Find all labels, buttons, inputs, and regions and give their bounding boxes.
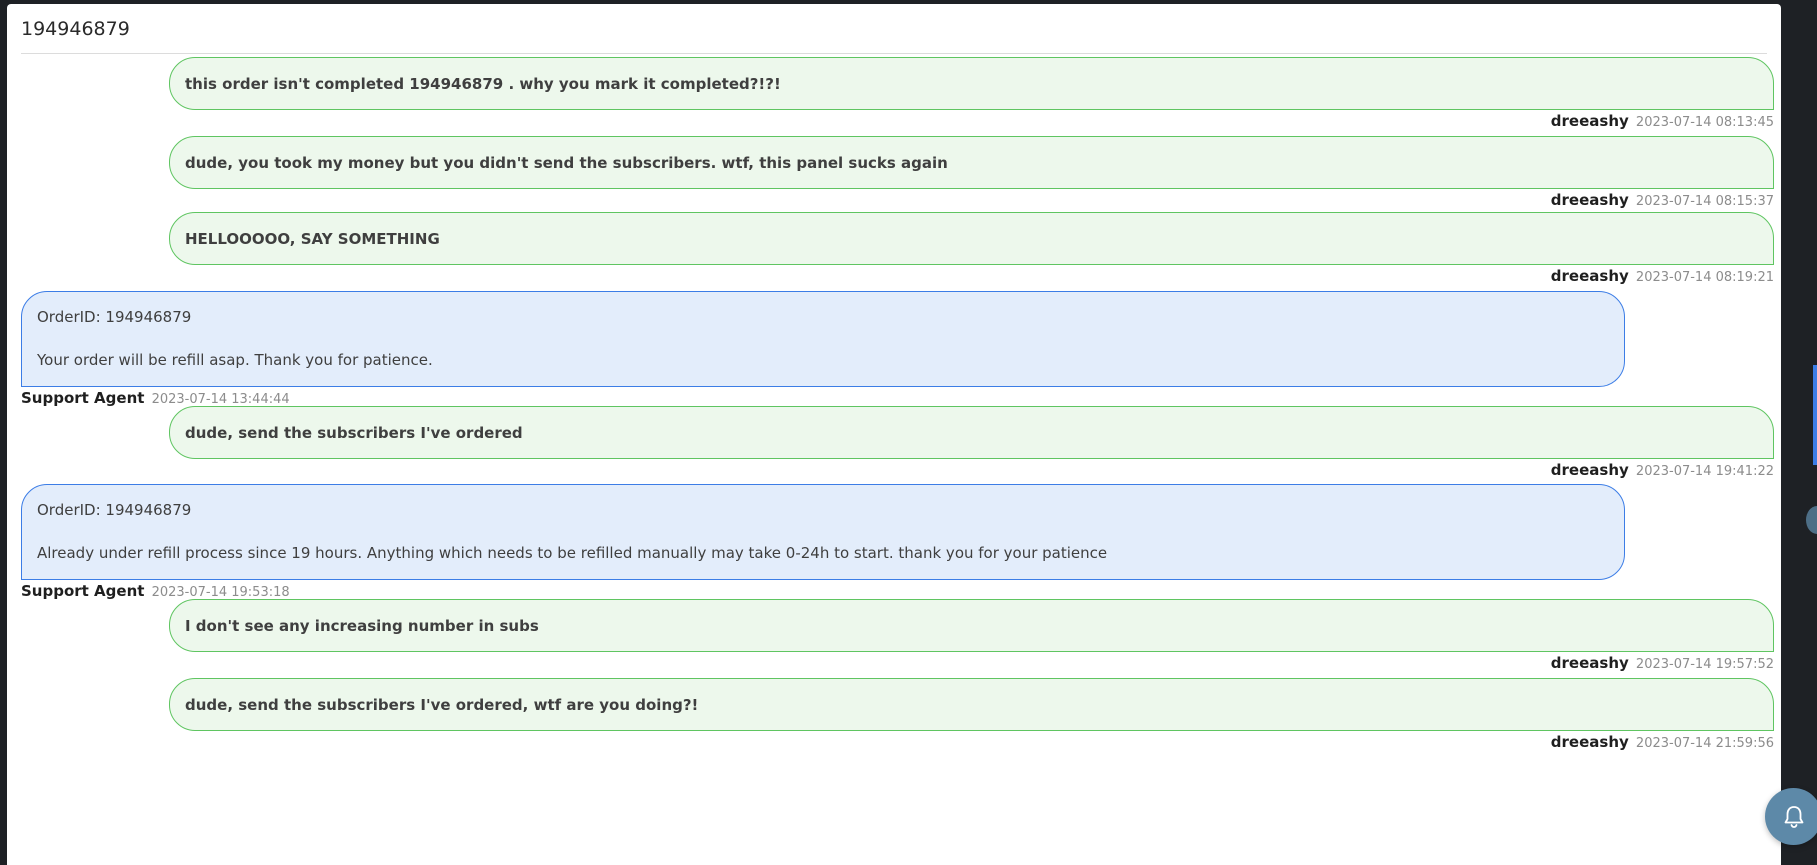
message-agent: OrderID: 194946879 Already under refill … [21,484,1625,602]
message-time: 2023-07-14 19:57:52 [1635,657,1774,672]
message-bubble: dude, you took my money but you didn't s… [169,136,1774,189]
message-bubble: dude, send the subscribers I've ordered,… [169,678,1774,731]
message-time: 2023-07-14 13:44:44 [151,392,290,407]
message-time: 2023-07-14 08:15:37 [1635,194,1774,209]
message-author: dreeashy [1550,654,1629,672]
message-bubble: dude, send the subscribers I've ordered [169,406,1774,459]
message-order-id: OrderID: 194946879 [37,501,192,519]
message-user: dude, send the subscribers I've ordered … [169,406,1774,481]
message-bubble: OrderID: 194946879 Your order will be re… [21,291,1625,387]
message-author: dreeashy [1550,267,1629,285]
message-bubble: HELLOOOOO, SAY SOMETHING [169,212,1774,265]
message-agent: OrderID: 194946879 Your order will be re… [21,291,1625,409]
message-time: 2023-07-14 08:13:45 [1635,115,1774,130]
message-author: dreeashy [1550,191,1629,209]
message-bubble: I don't see any increasing number in sub… [169,599,1774,652]
message-author: dreeashy [1550,461,1629,479]
ticket-panel: 194946879 this order isn't completed 194… [7,4,1781,865]
message-text: I don't see any increasing number in sub… [185,616,539,635]
bell-icon [1784,805,1803,828]
message-thread: this order isn't completed 194946879 . w… [7,4,1781,865]
message-time: 2023-07-14 19:53:18 [151,585,290,600]
message-text: dude, you took my money but you didn't s… [185,153,948,172]
message-author: dreeashy [1550,733,1629,751]
message-meta: dreeashy 2023-07-14 21:59:56 [169,733,1774,753]
message-author: dreeashy [1550,112,1629,130]
message-author: Support Agent [21,389,145,407]
message-meta: dreeashy 2023-07-14 19:57:52 [169,654,1774,674]
message-user: dude, you took my money but you didn't s… [169,136,1774,211]
message-bubble: this order isn't completed 194946879 . w… [169,57,1774,110]
scroll-handle[interactable] [1806,506,1817,534]
message-time: 2023-07-14 19:41:22 [1635,464,1774,479]
message-bubble: OrderID: 194946879 Already under refill … [21,484,1625,580]
message-text: HELLOOOOO, SAY SOMETHING [185,229,440,248]
message-text: Your order will be refill asap. Thank yo… [37,351,433,369]
message-text: dude, send the subscribers I've ordered,… [185,695,699,714]
message-text: Already under refill process since 19 ho… [37,544,1108,562]
message-time: 2023-07-14 08:19:21 [1635,270,1774,285]
message-meta: dreeashy 2023-07-14 08:13:45 [169,112,1774,132]
message-meta: dreeashy 2023-07-14 19:41:22 [169,461,1774,481]
message-text: this order isn't completed 194946879 . w… [185,74,781,93]
right-edge-accent [1813,365,1817,465]
message-time: 2023-07-14 21:59:56 [1635,736,1774,751]
message-user: dude, send the subscribers I've ordered,… [169,678,1774,753]
message-meta: dreeashy 2023-07-14 08:19:21 [169,267,1774,287]
message-user: this order isn't completed 194946879 . w… [169,57,1774,132]
message-order-id: OrderID: 194946879 [37,308,192,326]
message-meta: dreeashy 2023-07-14 08:15:37 [169,191,1774,211]
message-user: I don't see any increasing number in sub… [169,599,1774,674]
message-user: HELLOOOOO, SAY SOMETHING dreeashy 2023-0… [169,212,1774,287]
message-text: dude, send the subscribers I've ordered [185,423,523,442]
message-author: Support Agent [21,582,145,600]
notification-button[interactable] [1765,788,1817,845]
